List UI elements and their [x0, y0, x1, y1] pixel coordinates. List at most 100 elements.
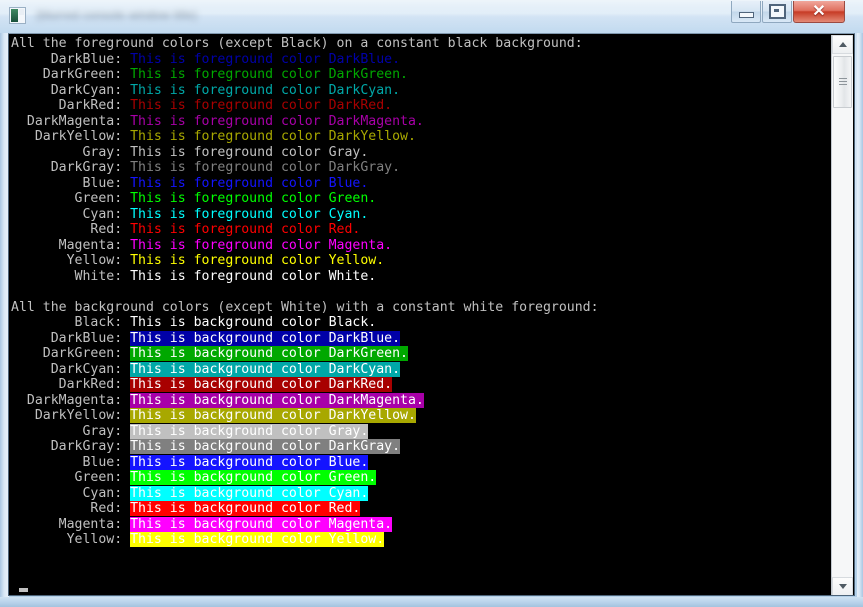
color-row-sample: This is foreground color Blue.: [130, 175, 369, 191]
console-color-row: DarkGreen: This is background color Dark…: [11, 346, 831, 362]
console-color-row: DarkMagenta: This is background color Da…: [11, 392, 831, 409]
chevron-down-icon: [838, 584, 847, 589]
color-row-label: DarkMagenta:: [11, 113, 131, 129]
color-row-label: Blue:: [11, 175, 131, 191]
color-row-sample: This is background color Gray.: [130, 423, 369, 439]
console-section-heading: All the foreground colors (except Black)…: [11, 36, 831, 52]
scroll-up-button[interactable]: [832, 35, 853, 54]
close-icon: ✕: [794, 1, 844, 22]
color-row-label: DarkCyan:: [11, 82, 131, 98]
console-color-row: DarkRed: This is foreground color DarkRe…: [11, 98, 831, 114]
color-row-label: Yellow:: [11, 253, 131, 268]
color-row-sample: This is background color DarkGreen.: [130, 346, 408, 361]
console-color-row: DarkYellow: This is foreground color Dar…: [11, 129, 831, 145]
color-row-label: DarkGreen:: [11, 67, 131, 82]
scrollbar-grip-icon: [839, 78, 847, 86]
console-color-row: DarkBlue: This is background color DarkB…: [11, 330, 831, 347]
console-color-row: Blue: This is foreground color Blue.: [11, 175, 831, 192]
console-color-row: Cyan: This is foreground color Cyan.: [11, 206, 831, 223]
color-row-label: DarkBlue:: [11, 51, 131, 67]
console-color-row: Gray: This is background color Gray.: [11, 423, 831, 440]
color-row-label: Blue:: [11, 454, 131, 470]
minimize-icon: [732, 1, 760, 22]
color-row-label: Black:: [11, 315, 131, 330]
minimize-button[interactable]: [731, 1, 761, 23]
console-color-row: Magenta: This is background color Magent…: [11, 516, 831, 533]
maximize-icon: [763, 1, 791, 22]
color-row-sample: This is background color DarkRed.: [130, 377, 393, 392]
color-row-label: DarkMagenta:: [11, 392, 131, 408]
color-row-label: Green:: [11, 191, 131, 206]
console-color-row: Yellow: This is background color Yellow.: [11, 532, 831, 548]
console-color-row: DarkMagenta: This is foreground color Da…: [11, 113, 831, 130]
console-window: (blurred console window title) ✕ All the…: [0, 0, 863, 607]
console-output: All the foreground colors (except Black)…: [11, 36, 831, 595]
color-row-sample: This is foreground color DarkMagenta.: [130, 113, 424, 129]
console-cursor: [19, 588, 28, 592]
console-color-row: Black: This is background color Black.: [11, 315, 831, 331]
console-scrollbar[interactable]: [831, 35, 853, 595]
maximize-button[interactable]: [762, 1, 792, 23]
color-row-sample: This is background color DarkBlue.: [130, 330, 401, 346]
color-row-label: Yellow:: [11, 532, 131, 547]
color-row-sample: This is foreground color DarkCyan.: [130, 82, 401, 98]
color-row-label: Green:: [11, 470, 131, 485]
console-client-area[interactable]: All the foreground colors (except Black)…: [8, 33, 855, 596]
color-row-label: DarkYellow:: [11, 408, 131, 423]
color-row-sample: This is background color DarkGray.: [130, 439, 401, 454]
color-row-label: Magenta:: [11, 237, 131, 253]
color-row-sample: This is foreground color Green.: [130, 191, 377, 206]
color-row-sample: This is foreground color Cyan.: [130, 206, 369, 222]
color-row-label: DarkCyan:: [11, 361, 131, 377]
color-row-sample: This is foreground color Yellow.: [130, 253, 385, 268]
color-row-sample: This is background color DarkYellow.: [130, 408, 416, 423]
color-row-label: DarkBlue:: [11, 330, 131, 346]
console-color-row: Magenta: This is foreground color Magent…: [11, 237, 831, 254]
color-row-sample: This is foreground color Magenta.: [130, 237, 393, 253]
color-row-sample: This is foreground color DarkGray.: [130, 160, 401, 175]
app-icon-glyph: [11, 9, 18, 22]
section-heading-text: All the foreground colors (except Black)…: [11, 36, 583, 51]
console-color-row: DarkGray: This is foreground color DarkG…: [11, 160, 831, 176]
color-row-sample: This is foreground color DarkRed.: [130, 98, 393, 113]
console-color-row: DarkRed: This is background color DarkRe…: [11, 377, 831, 393]
window-bottom-border: [0, 597, 863, 607]
color-row-label: DarkRed:: [11, 98, 131, 113]
color-row-label: Magenta:: [11, 516, 131, 532]
app-icon-glyph-secondary: [19, 9, 24, 15]
console-color-row: DarkYellow: This is background color Dar…: [11, 408, 831, 424]
color-row-sample: This is background color Yellow.: [130, 532, 385, 547]
title-bar[interactable]: (blurred console window title) ✕: [0, 0, 863, 33]
color-row-label: Cyan:: [11, 206, 131, 222]
color-row-label: DarkRed:: [11, 377, 131, 392]
section-heading-text: All the background colors (except White)…: [11, 299, 599, 315]
color-row-label: Cyan:: [11, 485, 131, 501]
console-color-row: Green: This is background color Green.: [11, 470, 831, 486]
color-row-label: White:: [11, 268, 131, 284]
console-color-row: Gray: This is foreground color Gray.: [11, 144, 831, 161]
color-row-sample: This is foreground color Gray.: [130, 144, 369, 160]
close-button[interactable]: ✕: [793, 1, 845, 23]
console-color-row: DarkGray: This is background color DarkG…: [11, 439, 831, 455]
console-color-row: Yellow: This is foreground color Yellow.: [11, 253, 831, 269]
console-color-row: Red: This is foreground color Red.: [11, 222, 831, 238]
color-row-sample: This is background color DarkCyan.: [130, 361, 401, 377]
scroll-down-button[interactable]: [832, 577, 853, 595]
scrollbar-track[interactable]: [832, 54, 853, 577]
color-row-sample: This is background color Black.: [130, 315, 377, 330]
chevron-up-icon: [838, 42, 847, 47]
color-row-label: Red:: [11, 501, 131, 516]
close-icon-glyph: ✕: [812, 2, 826, 20]
console-color-row: DarkGreen: This is foreground color Dark…: [11, 67, 831, 83]
color-row-label: Red:: [11, 222, 131, 237]
color-row-label: DarkYellow:: [11, 129, 131, 144]
color-row-label: Gray:: [11, 423, 131, 439]
console-color-row: Blue: This is background color Blue.: [11, 454, 831, 471]
scrollbar-thumb[interactable]: [833, 56, 852, 108]
color-row-label: Gray:: [11, 144, 131, 160]
color-row-sample: This is background color Magenta.: [130, 516, 393, 532]
console-app-icon[interactable]: [9, 7, 26, 24]
color-row-label: DarkGray:: [11, 160, 131, 175]
console-section-heading: All the background colors (except White)…: [11, 300, 831, 316]
